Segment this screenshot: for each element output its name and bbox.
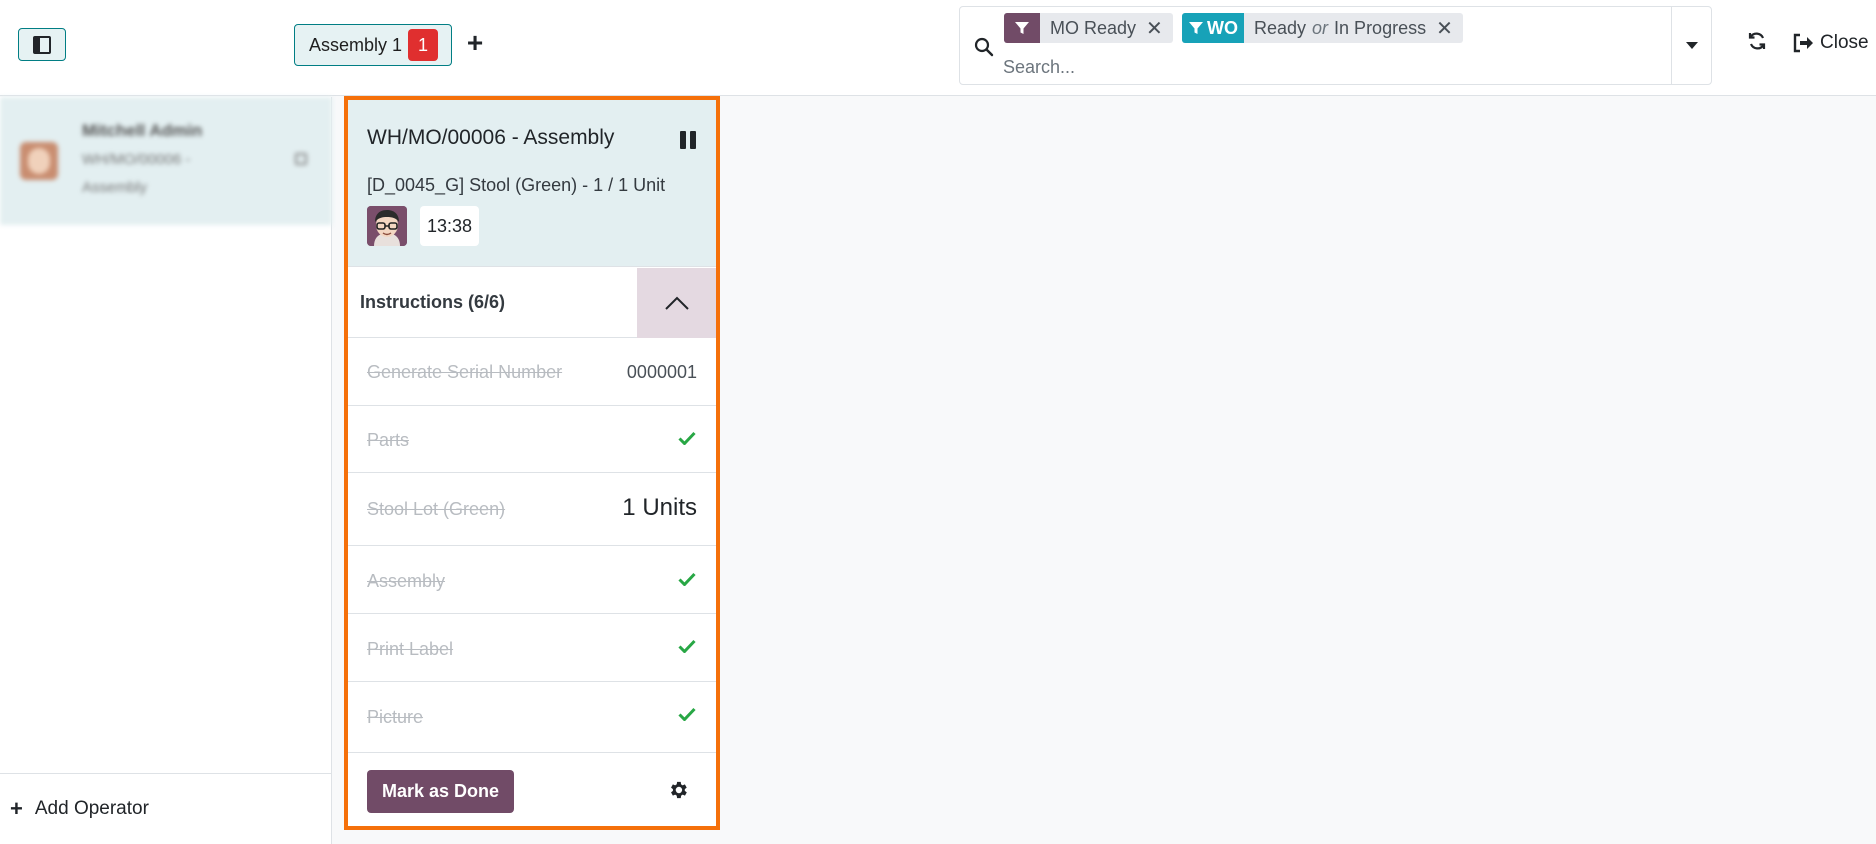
toggle-sidebar-button[interactable]	[18, 28, 66, 61]
facet-type-label: WO	[1207, 17, 1238, 38]
step-title: Stool Lot (Green)	[367, 499, 506, 519]
instruction-step[interactable]: Generate Serial Number 0000001	[348, 339, 716, 406]
check-icon	[678, 639, 696, 653]
operator-name: Mitchell Admin	[82, 121, 203, 140]
top-bar: Assembly 1 1 + MO Ready ✕ WO Ready or In	[0, 0, 1876, 96]
facet-value: MO Ready	[1050, 17, 1137, 38]
search-panel: MO Ready ✕ WO Ready or In Progress ✕	[959, 6, 1712, 85]
operator-wo: Assembly	[82, 179, 148, 196]
facet-mo-ready: MO Ready ✕	[1004, 13, 1173, 43]
search-icon	[974, 37, 994, 57]
remove-facet-icon[interactable]: ✕	[1146, 13, 1173, 43]
operator-mo: WH/MO/00006 -	[82, 151, 191, 168]
refresh-icon	[1748, 32, 1766, 50]
operator-panel: Mitchell Admin WH/MO/00006 - Assembly + …	[0, 97, 332, 844]
avatar	[20, 142, 58, 180]
expand-icon	[295, 153, 307, 165]
step-title: Print Label	[367, 639, 454, 659]
timer: 13:38	[420, 206, 480, 246]
facet-type: WO	[1182, 13, 1244, 43]
step-title: Generate Serial Number	[367, 362, 563, 382]
work-order-footer: Mark as Done	[348, 752, 716, 830]
gear-icon[interactable]	[667, 779, 689, 801]
work-order-title: WH/MO/00006 - Assembly	[367, 126, 615, 149]
chevron-up-icon	[664, 296, 689, 310]
search-input[interactable]	[1003, 53, 1603, 81]
close-label: Close	[1820, 32, 1869, 53]
work-order-header[interactable]: WH/MO/00006 - Assembly [D_0045_G] Stool …	[348, 100, 716, 267]
facet-values: Ready or In Progress	[1244, 13, 1436, 43]
collapse-instructions-button[interactable]	[637, 268, 716, 338]
facet-value: Ready	[1254, 17, 1307, 38]
sign-out-icon	[1793, 33, 1813, 53]
operator-card[interactable]: Mitchell Admin WH/MO/00006 - Assembly	[0, 97, 332, 225]
tab-label: Assembly 1	[309, 34, 403, 55]
facet-value: In Progress	[1334, 17, 1427, 38]
step-title: Picture	[367, 707, 424, 727]
caret-down-icon	[1685, 42, 1698, 49]
check-icon	[678, 572, 696, 586]
remove-facet-icon[interactable]: ✕	[1436, 13, 1463, 43]
refresh-button[interactable]	[1744, 26, 1770, 56]
add-operator-button[interactable]: + Add Operator	[0, 773, 332, 844]
step-value: 0000001	[626, 362, 697, 382]
instructions-title: Instructions (6/6)	[360, 292, 506, 312]
step-value: 1 Units	[622, 494, 697, 521]
step-title: Parts	[367, 430, 410, 450]
plus-icon: +	[466, 27, 484, 58]
instruction-step[interactable]: Parts	[348, 407, 716, 473]
facet-joiner: or	[1312, 17, 1329, 38]
pause-button[interactable]	[680, 131, 696, 149]
tab-workcenter-assembly-1[interactable]: Assembly 1 1	[294, 24, 452, 66]
product-line: [D_0045_G] Stool (Green) - 1 / 1 Unit	[367, 175, 666, 195]
add-workcenter-button[interactable]: +	[462, 27, 488, 58]
facet-wo-status: WO Ready or In Progress ✕	[1182, 13, 1463, 43]
instruction-step[interactable]: Picture	[348, 683, 716, 751]
instruction-step[interactable]: Print Label	[348, 615, 716, 682]
search-options-toggle[interactable]	[1671, 7, 1711, 84]
close-button[interactable]: Close	[1792, 26, 1869, 60]
instruction-step[interactable]: Stool Lot (Green) 1 Units	[348, 474, 716, 546]
mark-as-done-button[interactable]: Mark as Done	[367, 770, 514, 813]
check-icon	[678, 431, 696, 445]
tab-count-badge: 1	[408, 29, 439, 61]
instructions-header: Instructions (6/6)	[348, 268, 716, 338]
instruction-step[interactable]: Assembly	[348, 547, 716, 614]
pause-icon	[680, 131, 686, 149]
filter-icon	[1004, 13, 1040, 43]
avatar	[367, 206, 407, 246]
add-operator-label: Add Operator	[34, 798, 149, 819]
sidebar-icon	[33, 35, 51, 54]
step-title: Assembly	[367, 571, 446, 591]
work-order-card: WH/MO/00006 - Assembly [D_0045_G] Stool …	[344, 96, 720, 830]
filter-icon	[1189, 22, 1203, 34]
check-icon	[678, 707, 696, 721]
plus-icon: +	[10, 796, 23, 821]
